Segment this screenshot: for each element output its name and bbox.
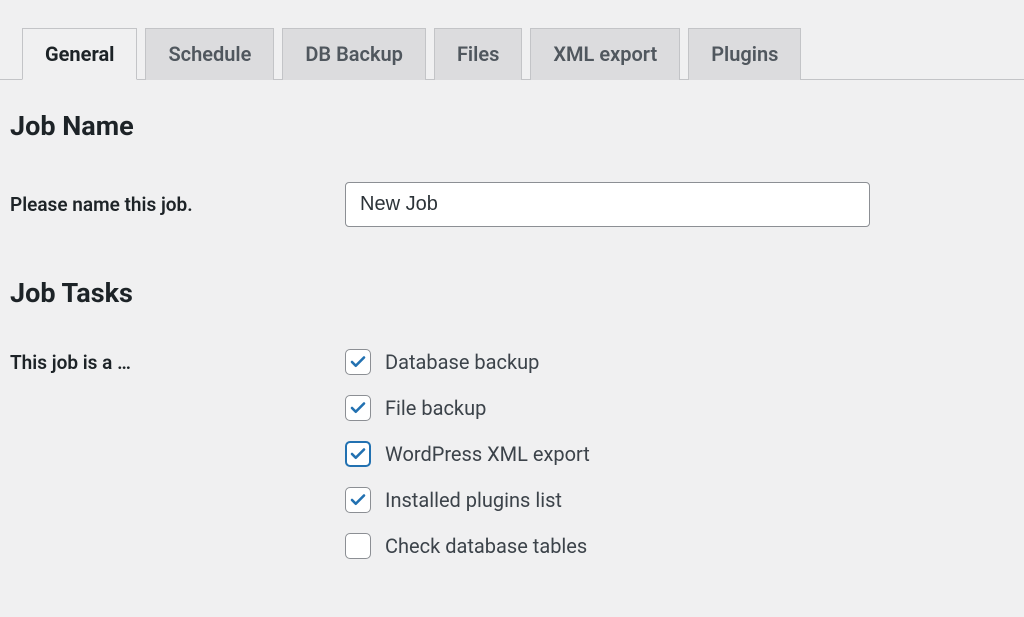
task-label-file-backup: File backup: [385, 396, 486, 420]
task-checkbox-plugins-list[interactable]: [345, 487, 371, 513]
task-label-plugins-list: Installed plugins list: [385, 488, 562, 512]
task-checkbox-database-backup[interactable]: [345, 349, 371, 375]
task-row-xml-export: WordPress XML export: [345, 441, 1014, 467]
job-tasks-heading: Job Tasks: [10, 277, 1014, 309]
task-row-file-backup: File backup: [345, 395, 1014, 421]
tab-schedule[interactable]: Schedule: [145, 28, 274, 80]
tab-content: Job Name Please name this job. Job Tasks…: [0, 80, 1024, 609]
task-checkbox-xml-export[interactable]: [345, 441, 371, 467]
task-label-database-backup: Database backup: [385, 350, 539, 374]
check-icon: [349, 353, 367, 371]
tab-plugins[interactable]: Plugins: [688, 28, 801, 80]
task-label-xml-export: WordPress XML export: [385, 442, 590, 466]
job-name-heading: Job Name: [10, 110, 1014, 142]
job-tasks-row: This job is a … Database backup File bac…: [10, 349, 1014, 579]
task-row-plugins-list: Installed plugins list: [345, 487, 1014, 513]
tab-db-backup[interactable]: DB Backup: [282, 28, 426, 80]
check-icon: [349, 445, 367, 463]
tabs-nav: General Schedule DB Backup Files XML exp…: [0, 0, 1024, 80]
task-checkbox-check-tables[interactable]: [345, 533, 371, 559]
tab-xml-export[interactable]: XML export: [530, 28, 680, 80]
job-tasks-label: This job is a …: [10, 349, 345, 374]
check-icon: [349, 399, 367, 417]
job-tasks-list: Database backup File backup WordPress XM…: [345, 349, 1014, 579]
tab-general[interactable]: General: [22, 28, 137, 80]
task-label-check-tables: Check database tables: [385, 534, 587, 558]
job-name-input[interactable]: [345, 182, 870, 227]
tab-files[interactable]: Files: [434, 28, 522, 80]
task-row-check-tables: Check database tables: [345, 533, 1014, 559]
check-icon: [349, 491, 367, 509]
job-name-row: Please name this job.: [10, 182, 1014, 227]
task-checkbox-file-backup[interactable]: [345, 395, 371, 421]
job-name-label: Please name this job.: [10, 193, 345, 216]
task-row-database-backup: Database backup: [345, 349, 1014, 375]
